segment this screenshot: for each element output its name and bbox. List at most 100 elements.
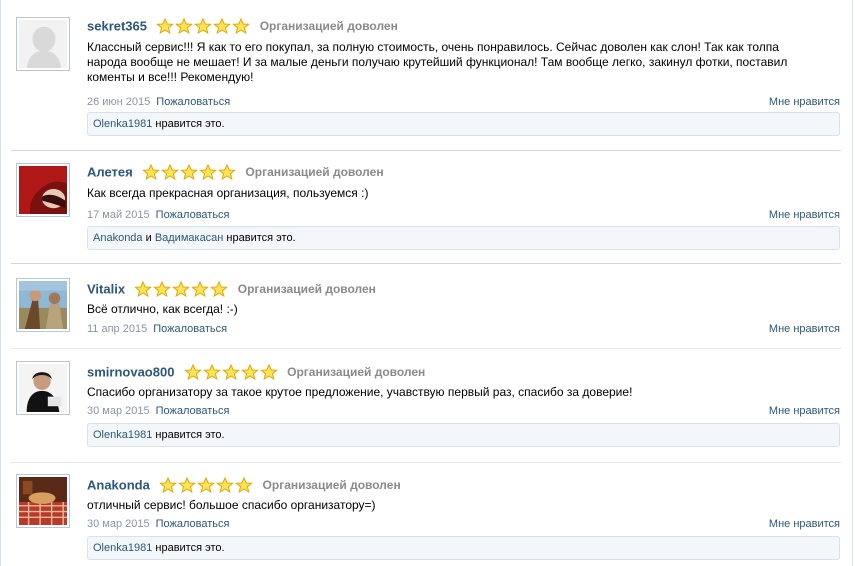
avatar[interactable] <box>16 361 70 415</box>
report-link[interactable]: Пожаловаться <box>156 209 230 221</box>
review-text: Как всегда прекрасная организация, польз… <box>87 186 369 200</box>
liker-link[interactable]: Вадимакасан <box>155 232 224 244</box>
likes-suffix: нравится это. <box>152 118 225 130</box>
review-item: sekret365 Организацией доволен Классный … <box>11 14 841 140</box>
author-name[interactable]: Vitalix <box>87 282 125 297</box>
divider <box>11 462 841 463</box>
star-icon <box>194 18 213 34</box>
star-icon <box>221 364 240 380</box>
review-meta: 11 апр 2015 Пожаловаться <box>87 323 227 337</box>
rating-status: Организацией доволен <box>259 19 398 33</box>
report-link[interactable]: Пожаловаться <box>153 323 227 335</box>
avatar[interactable] <box>16 278 70 332</box>
rating-stars <box>183 364 279 380</box>
review-header: Vitalix Организацией доволен <box>87 281 376 299</box>
star-icon <box>259 364 278 380</box>
rating-stars <box>156 18 251 34</box>
rating-status: Организацией доволен <box>287 365 426 379</box>
like-link[interactable]: Мне нравится <box>769 96 840 108</box>
review-text: отличный сервис! большое спасибо организ… <box>87 498 376 512</box>
rating-stars <box>134 281 229 297</box>
likes-suffix: нравится это. <box>152 542 225 554</box>
like-link[interactable]: Мне нравится <box>769 518 840 530</box>
author-name[interactable]: smirnovao800 <box>87 365 174 380</box>
likes-suffix: нравится это. <box>152 429 225 441</box>
liker-link[interactable]: Olenka1981 <box>93 429 152 441</box>
star-icon <box>213 18 232 34</box>
outdoor-photo-icon <box>19 281 67 329</box>
review-item: Anakonda Организацией доволен отличный с… <box>11 471 841 566</box>
review-date: 30 мар 2015 <box>87 405 150 417</box>
review-meta: 30 мар 2015 Пожаловаться <box>87 518 229 532</box>
likes-separator: и <box>142 232 155 244</box>
review-date: 11 апр 2015 <box>87 323 148 335</box>
red-photo-icon <box>19 166 67 214</box>
author-name[interactable]: Anakonda <box>87 478 150 493</box>
star-icon <box>216 477 235 493</box>
reviews-panel: sekret365 Организацией доволен Классный … <box>0 0 853 566</box>
star-icon <box>172 281 191 297</box>
report-link[interactable]: Пожаловаться <box>156 96 230 108</box>
likes-suffix: нравится это. <box>223 232 296 244</box>
star-icon <box>202 364 221 380</box>
liker-link[interactable]: Olenka1981 <box>93 118 152 130</box>
like-link[interactable]: Мне нравится <box>769 323 840 335</box>
review-text: Всё отлично, как всегда! :-) <box>87 302 238 316</box>
star-icon <box>159 477 178 493</box>
star-icon <box>199 164 217 180</box>
star-icon <box>240 364 259 380</box>
likes-box: Olenka1981 нравится это. <box>87 536 840 560</box>
report-link[interactable]: Пожаловаться <box>156 518 230 530</box>
star-icon <box>232 18 251 34</box>
divider <box>11 150 841 151</box>
review-meta: 30 мар 2015 Пожаловаться <box>87 405 229 419</box>
liker-link[interactable]: Olenka1981 <box>93 542 152 554</box>
divider <box>11 263 841 264</box>
default-avatar-icon <box>19 20 67 68</box>
star-icon <box>161 164 179 180</box>
person-photo-icon <box>19 364 67 412</box>
rating-status: Организацией доволен <box>237 282 376 296</box>
rating-status: Организацией доволен <box>262 478 401 492</box>
author-name[interactable]: sekret365 <box>87 19 147 34</box>
liker-link[interactable]: Anakonda <box>93 232 143 244</box>
likes-box: Olenka1981 нравится это. <box>87 112 840 136</box>
star-icon <box>180 164 198 180</box>
food-photo-icon <box>19 477 67 525</box>
star-icon <box>197 477 216 493</box>
star-icon <box>235 477 254 493</box>
review-meta: 17 май 2015 Пожаловаться <box>87 209 230 223</box>
rating-stars <box>159 477 254 493</box>
star-icon <box>178 477 197 493</box>
review-item: Vitalix Организацией доволен Всё отлично… <box>11 275 841 339</box>
star-icon <box>183 364 202 380</box>
review-meta: 26 июн 2015 Пожаловаться <box>87 96 230 110</box>
star-icon <box>210 281 229 297</box>
review-item: smirnovao800 Организацией доволен Спасиб… <box>11 358 841 453</box>
review-header: smirnovao800 Организацией доволен <box>87 364 425 382</box>
review-text: Спасибо организатору за такое крутое пре… <box>87 385 633 399</box>
review-text: Классный сервис!!! Я как то его покупал,… <box>87 40 788 84</box>
review-header: Anakonda Организацией доволен <box>87 477 401 495</box>
star-icon <box>218 164 236 180</box>
like-link[interactable]: Мне нравится <box>769 209 840 221</box>
review-date: 26 июн 2015 <box>87 96 151 108</box>
review-item: Алетея Организацией доволен Как всегда п… <box>11 160 841 255</box>
avatar[interactable] <box>16 474 70 528</box>
likes-box: Olenka1981 нравится это. <box>87 423 840 447</box>
star-icon <box>134 281 153 297</box>
star-icon <box>142 164 160 180</box>
rating-stars <box>142 164 237 180</box>
review-header: sekret365 Организацией доволен <box>87 18 398 36</box>
author-name[interactable]: Алетея <box>87 165 133 180</box>
review-date: 17 май 2015 <box>87 209 150 221</box>
avatar[interactable] <box>16 163 70 217</box>
divider <box>11 348 841 349</box>
report-link[interactable]: Пожаловаться <box>156 405 230 417</box>
rating-status: Организацией доволен <box>245 165 384 179</box>
likes-box: Anakonda и Вадимакасан нравится это. <box>87 226 840 250</box>
review-date: 30 мар 2015 <box>87 518 150 530</box>
review-header: Алетея Организацией доволен <box>87 164 384 182</box>
like-link[interactable]: Мне нравится <box>769 405 840 417</box>
avatar[interactable] <box>16 17 70 71</box>
